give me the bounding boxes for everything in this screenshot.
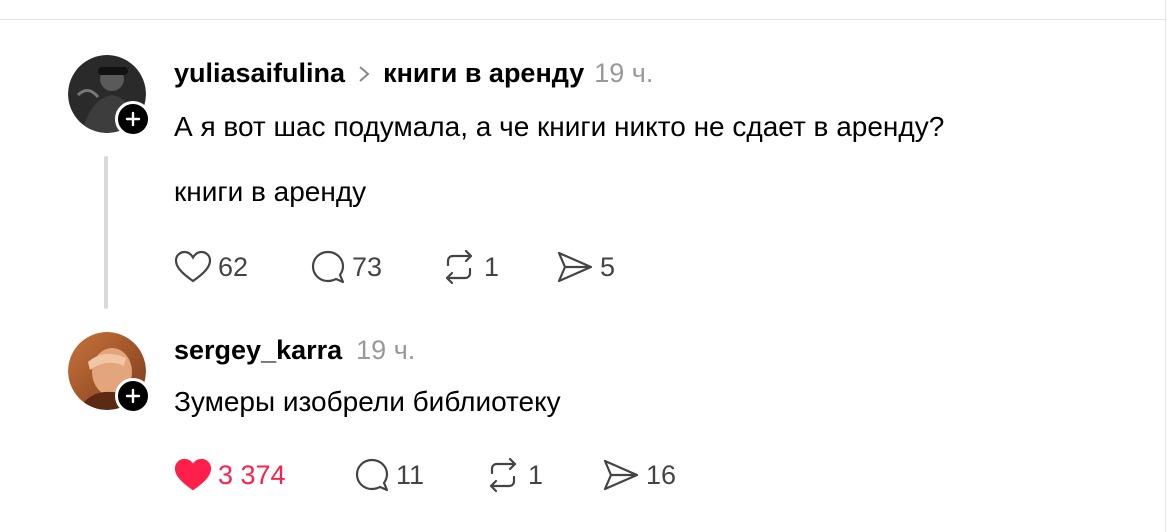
timestamp[interactable]: 19 ч. [594, 58, 653, 89]
repost-icon [445, 249, 473, 285]
share-icon [557, 251, 593, 283]
post-text: Зумеры изобрели библиотеку [174, 386, 561, 417]
comment-count: 11 [396, 459, 425, 490]
plus-icon [125, 388, 141, 404]
like-button[interactable]: 62 [174, 250, 310, 284]
like-count: 3 374 [218, 459, 286, 490]
comment-button[interactable]: 73 [310, 249, 440, 285]
like-count: 62 [218, 251, 249, 282]
share-count: 5 [600, 251, 616, 282]
divider [0, 19, 1166, 20]
plus-icon [125, 111, 141, 127]
comment-count: 73 [352, 251, 383, 282]
share-button[interactable]: 16 [602, 458, 676, 492]
comment-button[interactable]: 11 [354, 457, 484, 493]
comment-icon [355, 458, 389, 492]
feed-frame: yuliasaifulina книги в аренду 19 ч. А я … [0, 0, 1166, 532]
avatar[interactable] [68, 55, 151, 137]
post-header: sergey_karra 19 ч. [174, 335, 415, 366]
heart-icon [174, 458, 212, 491]
like-button[interactable]: 3 374 [174, 458, 354, 492]
share-count: 16 [646, 459, 677, 490]
post-text: А я вот шас подумала, а че книги никто н… [174, 111, 945, 142]
share-icon [603, 459, 639, 491]
username-link[interactable]: yuliasaifulina [174, 58, 345, 89]
follow-button[interactable] [115, 101, 151, 137]
chevron-right-icon [355, 63, 373, 85]
topic-link[interactable]: книги в аренду [383, 58, 584, 89]
repost-button[interactable]: 1 [484, 457, 602, 493]
action-bar: 62 73 1 5 [174, 249, 615, 285]
repost-button[interactable]: 1 [440, 249, 556, 285]
repost-count: 1 [484, 251, 500, 282]
username-link[interactable]: sergey_karra [174, 335, 342, 366]
post-header: yuliasaifulina книги в аренду 19 ч. [174, 58, 653, 89]
share-button[interactable]: 5 [556, 250, 615, 284]
thread-line [104, 156, 108, 309]
heart-icon [174, 250, 212, 283]
comment-icon [311, 250, 345, 284]
avatar[interactable] [68, 332, 151, 414]
repost-count: 1 [528, 459, 544, 490]
follow-button[interactable] [115, 378, 151, 414]
timestamp[interactable]: 19 ч. [356, 335, 415, 366]
action-bar: 3 374 11 1 16 [174, 457, 676, 493]
repost-icon [489, 457, 517, 493]
topic-tag-text: книги в аренду [174, 176, 367, 207]
